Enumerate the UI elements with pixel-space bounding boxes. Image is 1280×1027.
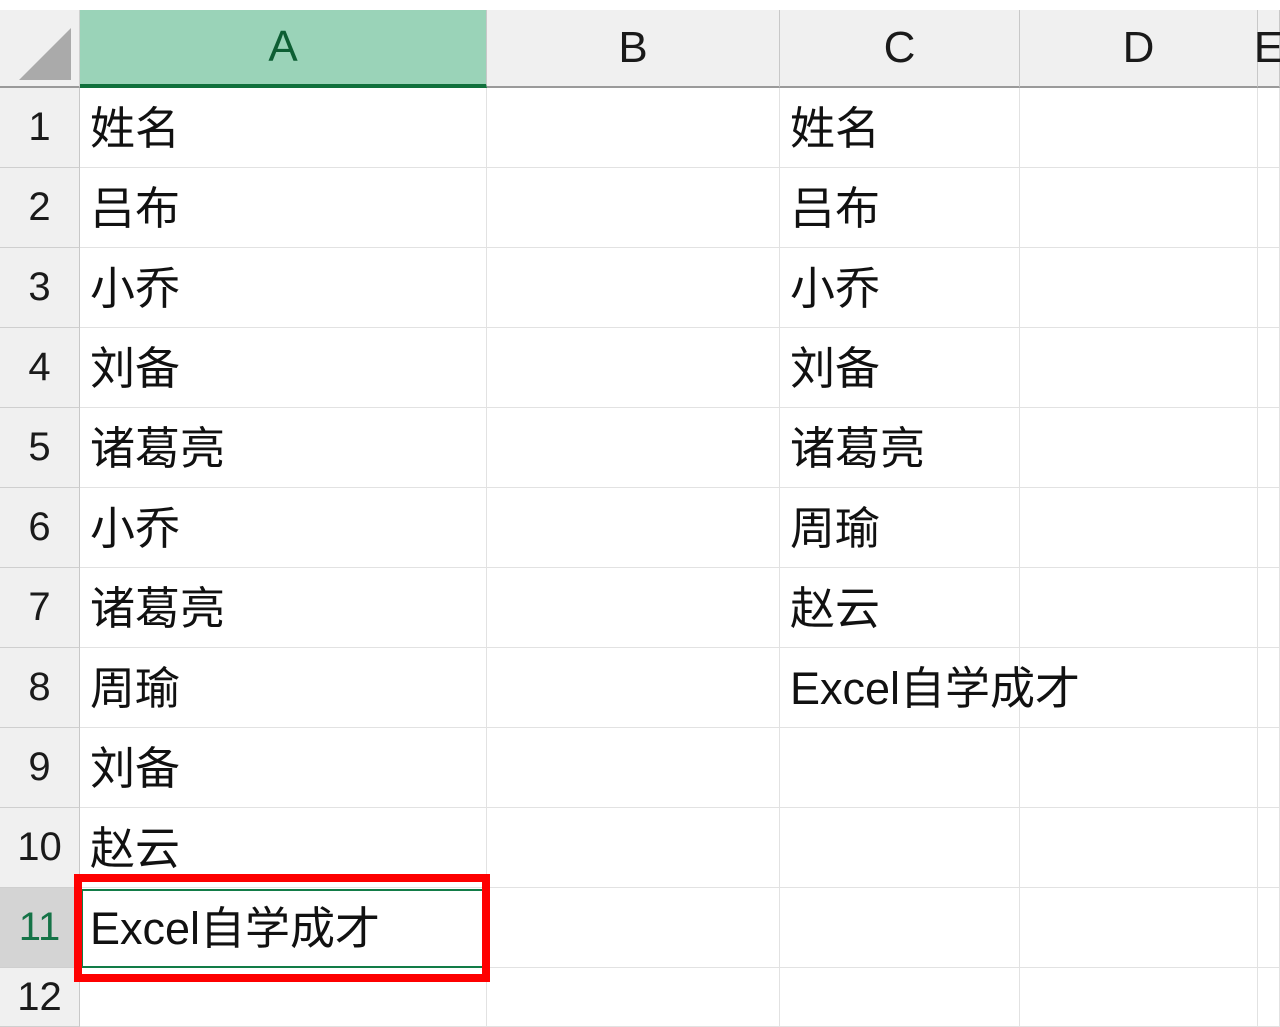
cell-value-A1[interactable]: 姓名: [80, 88, 487, 168]
row-header-7[interactable]: 7: [0, 568, 80, 648]
column-header-b[interactable]: B: [487, 10, 780, 88]
cell-value-A6[interactable]: 小乔: [80, 488, 487, 568]
column-header-d[interactable]: D: [1020, 10, 1258, 88]
select-all-triangle-icon: [19, 28, 71, 80]
cell-value-C3[interactable]: 小乔: [780, 248, 1020, 328]
cell-D1[interactable]: [1020, 88, 1258, 168]
cell-D3[interactable]: [1020, 248, 1258, 328]
cell-value-C5[interactable]: 诸葛亮: [780, 408, 1020, 488]
column-header-e[interactable]: E: [1254, 10, 1280, 88]
column-header-c[interactable]: C: [780, 10, 1020, 88]
cell-value-A4[interactable]: 刘备: [80, 328, 487, 408]
cell-E3[interactable]: [1258, 248, 1280, 328]
row-header-1[interactable]: 1: [0, 88, 80, 168]
cell-E11[interactable]: [1258, 888, 1280, 968]
select-all-button[interactable]: [0, 10, 80, 88]
cell-B7[interactable]: [487, 568, 780, 648]
cell-value-A11[interactable]: Excel自学成才: [80, 888, 487, 968]
cell-C9[interactable]: [780, 728, 1020, 808]
cell-E7[interactable]: [1258, 568, 1280, 648]
cell-D9[interactable]: [1020, 728, 1258, 808]
cell-B5[interactable]: [487, 408, 780, 488]
cell-E2[interactable]: [1258, 168, 1280, 248]
cell-E6[interactable]: [1258, 488, 1280, 568]
cell-D6[interactable]: [1020, 488, 1258, 568]
cell-B3[interactable]: [487, 248, 780, 328]
cell-E9[interactable]: [1258, 728, 1280, 808]
cell-value-A10[interactable]: 赵云: [80, 808, 487, 888]
cell-value-C4[interactable]: 刘备: [780, 328, 1020, 408]
cell-C10[interactable]: [780, 808, 1020, 888]
cell-E5[interactable]: [1258, 408, 1280, 488]
cell-D2[interactable]: [1020, 168, 1258, 248]
row-header-2[interactable]: 2: [0, 168, 80, 248]
row-header-8[interactable]: 8: [0, 648, 80, 728]
cell-value-C1[interactable]: 姓名: [780, 88, 1020, 168]
cell-value-A8[interactable]: 周瑜: [80, 648, 487, 728]
cell-E10[interactable]: [1258, 808, 1280, 888]
cell-value-A9[interactable]: 刘备: [80, 728, 487, 808]
cell-value-A5[interactable]: 诸葛亮: [80, 408, 487, 488]
row-header-6[interactable]: 6: [0, 488, 80, 568]
column-header-a[interactable]: A: [80, 10, 487, 88]
cell-B1[interactable]: [487, 88, 780, 168]
cell-E1[interactable]: [1258, 88, 1280, 168]
row-header-5[interactable]: 5: [0, 408, 80, 488]
cell-A12[interactable]: [80, 968, 487, 1027]
cell-D10[interactable]: [1020, 808, 1258, 888]
cell-value-C7[interactable]: 赵云: [780, 568, 1020, 648]
cell-B2[interactable]: [487, 168, 780, 248]
cell-B10[interactable]: [487, 808, 780, 888]
cell-B8[interactable]: [487, 648, 780, 728]
cell-E12[interactable]: [1258, 968, 1280, 1027]
spreadsheet-grid: ABCDE 1 2 3 4 5 6 7 8 9 10 11 12 姓名 吕布 小乔 刘备 诸葛亮 小乔 诸葛亮 周瑜…: [0, 0, 1280, 1027]
cell-D12[interactable]: [1020, 968, 1258, 1027]
cell-E4[interactable]: [1258, 328, 1280, 408]
cell-C11[interactable]: [780, 888, 1020, 968]
cell-B11[interactable]: [487, 888, 780, 968]
row-header-12[interactable]: 12: [0, 968, 80, 1027]
cell-value-A2[interactable]: 吕布: [80, 168, 487, 248]
cell-D5[interactable]: [1020, 408, 1258, 488]
cell-B12[interactable]: [487, 968, 780, 1027]
cell-value-A7[interactable]: 诸葛亮: [80, 568, 487, 648]
cell-D4[interactable]: [1020, 328, 1258, 408]
cell-B6[interactable]: [487, 488, 780, 568]
cell-D11[interactable]: [1020, 888, 1258, 968]
row-header-9[interactable]: 9: [0, 728, 80, 808]
cell-value-C6[interactable]: 周瑜: [780, 488, 1020, 568]
cell-value-A3[interactable]: 小乔: [80, 248, 487, 328]
cell-E8[interactable]: [1258, 648, 1280, 728]
cell-B4[interactable]: [487, 328, 780, 408]
cell-C12[interactable]: [780, 968, 1020, 1027]
cell-B9[interactable]: [487, 728, 780, 808]
row-header-4[interactable]: 4: [0, 328, 80, 408]
cell-value-C8[interactable]: Excel自学成才: [780, 648, 1080, 728]
cell-value-C2[interactable]: 吕布: [780, 168, 1020, 248]
cell-D7[interactable]: [1020, 568, 1258, 648]
row-header-10[interactable]: 10: [0, 808, 80, 888]
row-header-11[interactable]: 11: [0, 888, 80, 968]
row-header-3[interactable]: 3: [0, 248, 80, 328]
